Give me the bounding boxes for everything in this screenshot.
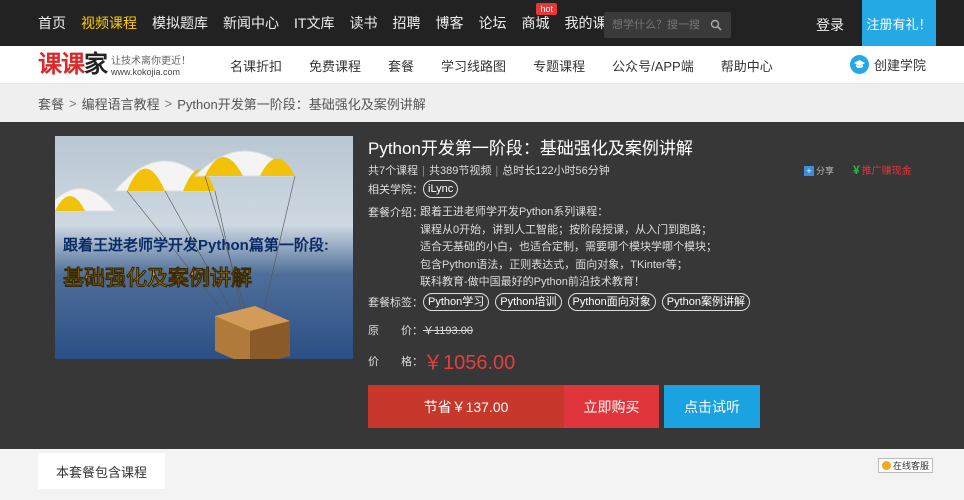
course-meta: 共7个课程 | 共389节视频 | 总时长122小时56分钟 bbox=[368, 162, 610, 178]
course-title: Python开发第一阶段：基础强化及案例讲解 bbox=[368, 139, 693, 158]
description-label: 套餐介绍： bbox=[368, 207, 423, 219]
main-nav: 首页 视频课程 模拟题库 新闻中心 IT文库 读书 招聘 博客 论坛 商城 hot… bbox=[38, 0, 649, 46]
sub-nav: 名课折扣 免费课程 套餐 学习线路图 专题课程 公众号/APP端 帮助中心 bbox=[230, 46, 800, 84]
nav-blog[interactable]: 博客 bbox=[435, 13, 463, 33]
description-line: 包含Python语法，正则表达式，面向对象，TKinter等； bbox=[420, 258, 688, 271]
nav-home[interactable]: 首页 bbox=[38, 13, 66, 33]
secondary-navbar: 课课家 让技术离你更近！ www.kokojia.com 名课折扣 免费课程 套… bbox=[0, 46, 964, 84]
college-label: 相关学院： bbox=[368, 184, 423, 196]
description-row: 套餐介绍： bbox=[368, 204, 423, 220]
search-box bbox=[604, 12, 731, 38]
search-icon[interactable] bbox=[710, 19, 722, 31]
description-text: 跟着王进老师学开发Python系列课程： 课程从0开始，讲到人工智能；按阶段授课… bbox=[420, 204, 717, 292]
description-line: 课程从0开始，讲到人工智能；按阶段授课，从入门到跑路； bbox=[420, 223, 713, 236]
promote-label: 推广赚现金 bbox=[861, 166, 912, 177]
promote-link[interactable]: ¥ 推广赚现金 bbox=[853, 162, 912, 178]
college-tag[interactable]: iLync bbox=[423, 180, 459, 198]
share-label: 分享 bbox=[816, 166, 835, 176]
share-icon: + bbox=[804, 165, 814, 176]
nav-jobs[interactable]: 招聘 bbox=[392, 13, 420, 33]
subnav-roadmap[interactable]: 学习线路图 bbox=[441, 56, 506, 75]
tags-row: 套餐标签： Python学习 Python培训 Python面向对象 Pytho… bbox=[368, 293, 756, 311]
nav-it-library[interactable]: IT文库 bbox=[294, 13, 334, 33]
nav-video-courses[interactable]: 视频课程 bbox=[81, 13, 137, 33]
description-line: 跟着王进老师学开发Python系列课程： bbox=[420, 206, 609, 218]
buy-now-button[interactable]: 立即购买 bbox=[564, 385, 659, 428]
tag-python-training[interactable]: Python培训 bbox=[495, 293, 562, 311]
money-icon: ¥ bbox=[853, 162, 860, 177]
original-price-row: 原 价： ￥1193.00 bbox=[368, 322, 473, 338]
trial-button[interactable]: 点击试听 bbox=[664, 385, 760, 428]
support-icon bbox=[882, 461, 891, 470]
subnav-app[interactable]: 公众号/APP端 bbox=[612, 56, 694, 75]
college-icon bbox=[850, 55, 869, 74]
hot-badge: hot bbox=[536, 3, 557, 15]
breadcrumb: 套餐 > 编程语言教程 > Python开发第一阶段：基础强化及案例讲解 bbox=[0, 84, 964, 122]
college-row: 相关学院： iLync bbox=[368, 180, 464, 198]
course-hero: 跟着王进老师学开发Python篇第一阶段: 基础强化及案例讲解 Python开发… bbox=[0, 122, 964, 449]
cover-headline: 跟着王进老师学开发Python篇第一阶段: bbox=[63, 237, 329, 254]
logo-text-red: 课课 bbox=[38, 51, 85, 78]
course-cover-image[interactable]: 跟着王进老师学开发Python篇第一阶段: 基础强化及案例讲解 bbox=[55, 136, 353, 359]
subnav-discount[interactable]: 名课折扣 bbox=[230, 56, 282, 75]
course-count: 共7个课程 bbox=[368, 165, 419, 177]
logo-wordmark: 课课家 bbox=[38, 51, 108, 78]
meta-divider: | bbox=[495, 165, 499, 177]
nav-question-bank[interactable]: 模拟题库 bbox=[152, 13, 208, 33]
breadcrumb-current: Python开发第一阶段：基础强化及案例讲解 bbox=[177, 96, 426, 112]
current-price: ￥1056.00 bbox=[423, 352, 516, 374]
tag-python-learning[interactable]: Python学习 bbox=[423, 293, 490, 311]
meta-divider: | bbox=[422, 165, 425, 177]
tags-label: 套餐标签： bbox=[368, 297, 423, 309]
nav-mall-label: 商城 bbox=[521, 15, 550, 31]
original-price: ￥1193.00 bbox=[423, 325, 473, 337]
tag-python-oop[interactable]: Python面向对象 bbox=[567, 293, 656, 311]
logo-url: www.kokojia.com bbox=[111, 67, 181, 77]
cover-subheadline: 基础强化及案例讲解 bbox=[63, 267, 253, 291]
online-support-label: 在线客服 bbox=[893, 461, 930, 471]
subnav-topics[interactable]: 专题课程 bbox=[533, 56, 585, 75]
nav-news[interactable]: 新闻中心 bbox=[223, 13, 279, 33]
nav-reading[interactable]: 读书 bbox=[349, 13, 377, 33]
video-count: 共389节视频 bbox=[428, 165, 492, 177]
package-contents-bar: 本套餐包含课程 在线客服 bbox=[0, 449, 964, 500]
breadcrumb-packages[interactable]: 套餐 bbox=[38, 94, 64, 113]
breadcrumb-separator: > bbox=[69, 95, 77, 111]
price-label: 价 格： bbox=[368, 355, 423, 368]
breadcrumb-separator: > bbox=[164, 95, 173, 111]
login-link[interactable]: 登录 bbox=[816, 15, 844, 35]
register-button[interactable]: 注册有礼！ bbox=[862, 0, 936, 46]
subnav-help[interactable]: 帮助中心 bbox=[721, 56, 773, 75]
share-button[interactable]: + 分享 bbox=[804, 164, 834, 177]
price-row: 价 格： ￥1056.00 bbox=[368, 346, 515, 375]
logo-slogan: 让技术离你更近！ bbox=[111, 56, 191, 67]
breadcrumb-category[interactable]: 编程语言教程 bbox=[82, 94, 160, 113]
subnav-free[interactable]: 免费课程 bbox=[309, 56, 361, 75]
nav-mall[interactable]: 商城 hot bbox=[521, 3, 557, 33]
create-college-link[interactable]: 创建学院 bbox=[850, 55, 926, 74]
description-line: 适合无基础的小白，也适合定制，需要哪个模块学哪个模块； bbox=[420, 241, 717, 254]
search-input[interactable] bbox=[604, 19, 704, 31]
logo-side: 让技术离你更近！ www.kokojia.com bbox=[111, 56, 191, 78]
total-duration: 总时长122小时56分钟 bbox=[502, 165, 610, 177]
original-price-label: 原 价： bbox=[368, 325, 423, 337]
description-line: 联科教育-做中国最好的Python前沿技术教育！ bbox=[420, 276, 645, 289]
tag-python-cases[interactable]: Python案例讲解 bbox=[661, 293, 750, 311]
subnav-packages[interactable]: 套餐 bbox=[388, 56, 414, 75]
tab-package-courses[interactable]: 本套餐包含课程 bbox=[38, 453, 165, 489]
create-college-label: 创建学院 bbox=[874, 58, 927, 73]
site-logo[interactable]: 课课家 让技术离你更近！ www.kokojia.com bbox=[38, 52, 191, 78]
logo-text-dark: 家 bbox=[84, 51, 108, 78]
nav-forum[interactable]: 论坛 bbox=[478, 13, 506, 33]
top-navbar: 首页 视频课程 模拟题库 新闻中心 IT文库 读书 招聘 博客 论坛 商城 hot… bbox=[0, 0, 964, 46]
savings-button[interactable]: 节省￥137.00 bbox=[368, 385, 564, 428]
online-support-button[interactable]: 在线客服 bbox=[878, 458, 934, 473]
